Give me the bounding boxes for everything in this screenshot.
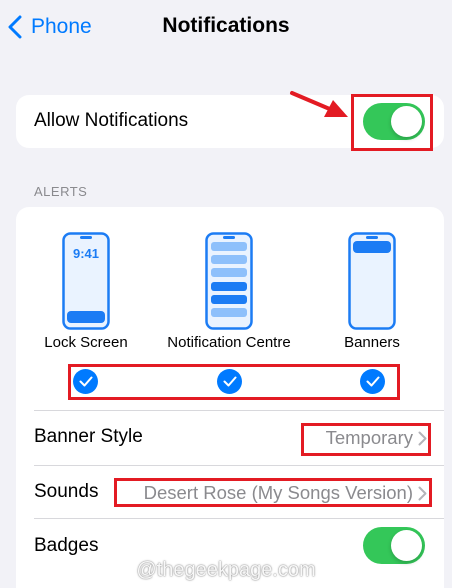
- allow-notifications-card: Allow Notifications: [16, 95, 444, 148]
- checkmark-icon: [223, 376, 236, 387]
- sounds-value: Desert Rose (My Songs Version): [143, 482, 413, 503]
- toggle-knob: [391, 106, 422, 137]
- banners-preview-icon[interactable]: [348, 232, 396, 330]
- notification-centre-preview-icon[interactable]: [205, 232, 253, 330]
- chevron-right-icon: [418, 486, 427, 501]
- alerts-card: 9:41 Lock Screen Notification Centre Ban…: [16, 207, 444, 588]
- banners-label: Banners: [344, 334, 400, 351]
- banners-checkmark[interactable]: [360, 369, 385, 394]
- allow-notifications-toggle[interactable]: [363, 103, 425, 140]
- sounds-row[interactable]: Sounds Desert Rose (My Songs Version): [16, 466, 444, 517]
- lock-screen-preview-icon[interactable]: 9:41: [62, 232, 110, 330]
- navigation-bar: Phone Notifications: [0, 0, 452, 56]
- banner-style-row[interactable]: Banner Style Temporary: [16, 411, 444, 464]
- checkmark-icon: [79, 376, 92, 387]
- toggle-knob: [391, 530, 422, 561]
- sounds-label: Sounds: [34, 481, 99, 502]
- banner-style-label: Banner Style: [34, 426, 143, 447]
- notification-centre-checkmark[interactable]: [217, 369, 242, 394]
- lock-screen-checkmark[interactable]: [73, 369, 98, 394]
- banner-style-value: Temporary: [325, 427, 413, 448]
- watermark: @thegeekpage.com: [136, 559, 316, 581]
- badges-label: Badges: [34, 535, 99, 556]
- lock-screen-preview-time: 9:41: [73, 246, 99, 261]
- allow-notifications-label: Allow Notifications: [34, 110, 189, 131]
- notification-centre-label: Notification Centre: [167, 334, 291, 351]
- checkmark-icon: [366, 376, 379, 387]
- annotation-arrow-icon: [290, 91, 348, 117]
- chevron-right-icon: [418, 431, 427, 446]
- page-title: Notifications: [162, 14, 290, 37]
- alerts-section-header: ALERTS: [34, 184, 88, 199]
- lock-screen-label: Lock Screen: [44, 334, 128, 351]
